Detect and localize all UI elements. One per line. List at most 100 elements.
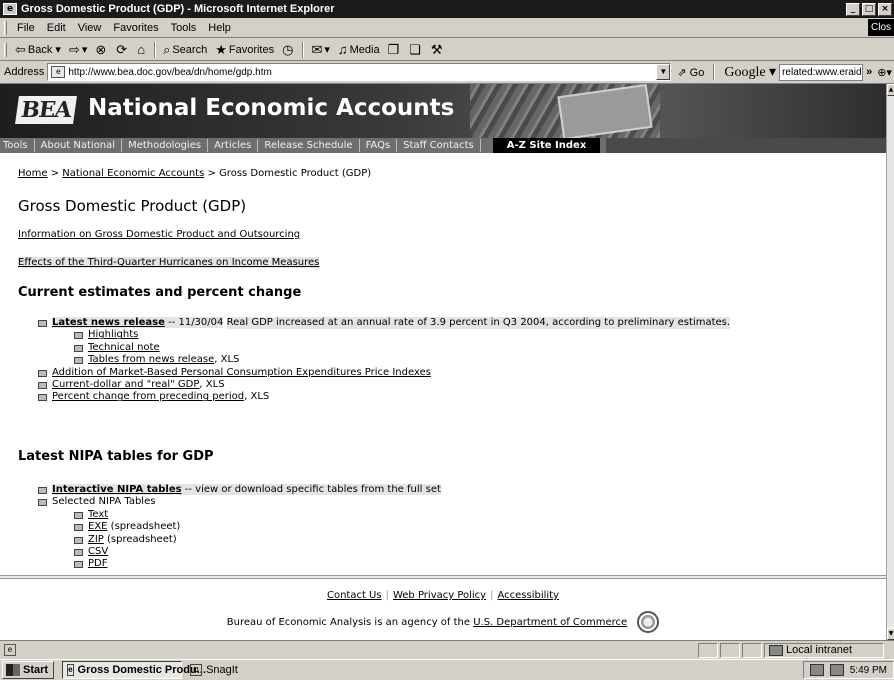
- close-tab-button[interactable]: Clos: [868, 19, 894, 36]
- menubar-grip[interactable]: [4, 20, 7, 35]
- nipa-zip-link[interactable]: ZIP: [88, 534, 104, 545]
- technical-note-link[interactable]: Technical note: [88, 342, 160, 353]
- address-field[interactable]: e http://www.bea.doc.gov/bea/dn/home/gdp…: [47, 63, 672, 81]
- accessibility-link[interactable]: Accessibility: [497, 590, 559, 601]
- latest-news-release-link[interactable]: Latest news release: [52, 317, 165, 328]
- pce-price-indexes-link[interactable]: Addition of Market-Based Personal Consum…: [52, 367, 431, 378]
- copy-button[interactable]: ❐: [384, 40, 406, 60]
- list-item: Current-dollar and "real" GDP, XLS: [36, 379, 730, 391]
- maximize-button[interactable]: □: [862, 2, 876, 16]
- nav-articles[interactable]: Articles: [208, 139, 259, 152]
- menu-file[interactable]: File: [11, 22, 41, 34]
- nav-about-national[interactable]: About National: [35, 139, 123, 152]
- back-button[interactable]: ⇦ Back ▾: [11, 40, 65, 60]
- nav-faqs[interactable]: FAQs: [360, 139, 398, 152]
- taskbar-item-ie[interactable]: e Gross Domestic Produ...: [62, 661, 206, 679]
- chevron-more-icon[interactable]: »: [863, 66, 875, 78]
- home-icon: ⌂: [137, 42, 146, 57]
- list-item: CSV: [72, 546, 441, 558]
- status-bar: e Local intranet: [0, 640, 894, 659]
- bea-logo[interactable]: BEA: [15, 96, 77, 124]
- close-window-button[interactable]: ×: [878, 2, 892, 16]
- current-estimates-list: Latest news release -- 11/30/04 Real GDP…: [36, 317, 731, 404]
- network-icon[interactable]: [809, 664, 824, 676]
- search-button[interactable]: ⌕ Search: [159, 40, 211, 60]
- contact-us-link[interactable]: Contact Us: [327, 590, 382, 601]
- security-zone[interactable]: Local intranet: [764, 642, 884, 658]
- scroll-up-button[interactable]: ▲: [887, 84, 894, 96]
- paste-button[interactable]: ❏: [405, 40, 427, 60]
- breadcrumb-separator: >: [204, 168, 220, 179]
- nav-tools[interactable]: Tools: [0, 139, 35, 152]
- tools-button[interactable]: ⚒: [427, 40, 449, 60]
- menu-tools[interactable]: Tools: [165, 22, 203, 34]
- page-viewport: BEA National Economic Accounts Tools Abo…: [0, 84, 886, 640]
- stop-button[interactable]: ⊗: [91, 40, 112, 60]
- menu-help[interactable]: Help: [202, 22, 237, 34]
- nav-release-schedule[interactable]: Release Schedule: [258, 139, 360, 152]
- ie-icon: e: [3, 3, 17, 15]
- tables-format: , XLS: [214, 354, 240, 366]
- address-dropdown-button[interactable]: ▼: [656, 64, 671, 80]
- menu-edit[interactable]: Edit: [41, 22, 72, 34]
- nav-staff-contacts[interactable]: Staff Contacts: [397, 139, 481, 152]
- tables-news-release-link[interactable]: Tables from news release: [88, 354, 214, 365]
- nav-fill: [606, 138, 886, 153]
- favorites-button[interactable]: ★ Favorites: [211, 40, 278, 60]
- list-item: Tables from news release, XLS: [72, 354, 730, 366]
- mypc-icon[interactable]: [829, 664, 844, 676]
- zip-format: (spreadsheet): [103, 533, 177, 545]
- search-label: Search: [172, 43, 208, 56]
- go-button[interactable]: ⇗ Go: [671, 66, 710, 79]
- start-button[interactable]: Start: [2, 661, 55, 679]
- toolbar-grip[interactable]: [4, 42, 7, 57]
- nipa-exe-link[interactable]: EXE: [88, 521, 108, 532]
- footer-agency: Bureau of Economic Analysis is an agency…: [0, 611, 886, 633]
- list-item: Latest news release -- 11/30/04 Real GDP…: [36, 317, 731, 367]
- menu-bar: File Edit View Favorites Tools Help Clos: [0, 18, 894, 38]
- standard-toolbar: ⇦ Back ▾ ⇨ ▾ ⊗ ⟳ ⌂ ⌕ Search ★ Favorites ◷ ✉ ▾…: [0, 39, 894, 61]
- nav-methodologies[interactable]: Methodologies: [122, 139, 209, 152]
- menu-view[interactable]: View: [72, 22, 108, 34]
- address-label: Address: [4, 66, 45, 78]
- hurricanes-link[interactable]: Effects of the Third-Quarter Hurricanes …: [18, 257, 320, 268]
- nipa-csv-link[interactable]: CSV: [88, 546, 108, 557]
- media-button[interactable]: ♫ Media: [334, 40, 384, 60]
- taskbar-item-snagit[interactable]: ◘ SnagIt: [186, 661, 242, 679]
- vertical-scrollbar[interactable]: ▲ ▼: [886, 84, 894, 640]
- commerce-seal-icon[interactable]: [637, 611, 660, 633]
- percent-change-link[interactable]: Percent change from preceding period: [52, 391, 244, 402]
- history-button[interactable]: ◷: [278, 40, 299, 60]
- outsourcing-link[interactable]: Information on Gross Domestic Product an…: [18, 229, 300, 240]
- minimize-button[interactable]: _: [846, 2, 860, 16]
- windows-flag-icon: [6, 664, 20, 676]
- mail-button[interactable]: ✉ ▾: [307, 40, 333, 60]
- menu-favorites[interactable]: Favorites: [107, 22, 164, 34]
- nav-a-z-site-index[interactable]: A-Z Site Index: [492, 138, 601, 153]
- highlights-link[interactable]: Highlights: [88, 329, 138, 340]
- scroll-down-button[interactable]: ▼: [887, 628, 894, 640]
- toolbar-extra-icon[interactable]: ⊕▾: [875, 66, 894, 79]
- current-dollar-gdp-link[interactable]: Current-dollar and "real" GDP: [52, 379, 199, 390]
- page-icon: e: [51, 66, 66, 78]
- release-description: Real GDP increased at an annual rate of …: [226, 317, 731, 330]
- nipa-text-link[interactable]: Text: [88, 509, 108, 520]
- commerce-link[interactable]: U.S. Department of Commerce: [473, 617, 627, 628]
- breadcrumb-home-link[interactable]: Home: [18, 168, 48, 179]
- clock[interactable]: 5:49 PM: [850, 665, 887, 676]
- home-button[interactable]: ⌂: [133, 40, 151, 60]
- google-toolbar-logo[interactable]: Google ▾: [718, 64, 779, 81]
- nipa-tables-heading: Latest NIPA tables for GDP: [18, 449, 214, 464]
- nipa-pdf-link[interactable]: PDF: [88, 558, 107, 569]
- window-title: Gross Domestic Product (GDP) - Microsoft…: [21, 3, 335, 15]
- intranet-icon: [769, 644, 783, 656]
- breadcrumb-nea-link[interactable]: National Economic Accounts: [62, 168, 204, 179]
- address-url[interactable]: http://www.bea.doc.gov/bea/dn/home/gdp.h…: [68, 67, 656, 78]
- privacy-policy-link[interactable]: Web Privacy Policy: [393, 590, 486, 601]
- forward-button[interactable]: ⇨ ▾: [65, 40, 91, 60]
- google-search-input[interactable]: related:www.eraide: [779, 63, 864, 81]
- tools-icon: ⚒: [430, 41, 443, 57]
- interactive-nipa-link[interactable]: Interactive NIPA tables: [52, 484, 182, 495]
- refresh-button[interactable]: ⟳: [112, 40, 133, 60]
- list-item: PDF: [72, 558, 441, 570]
